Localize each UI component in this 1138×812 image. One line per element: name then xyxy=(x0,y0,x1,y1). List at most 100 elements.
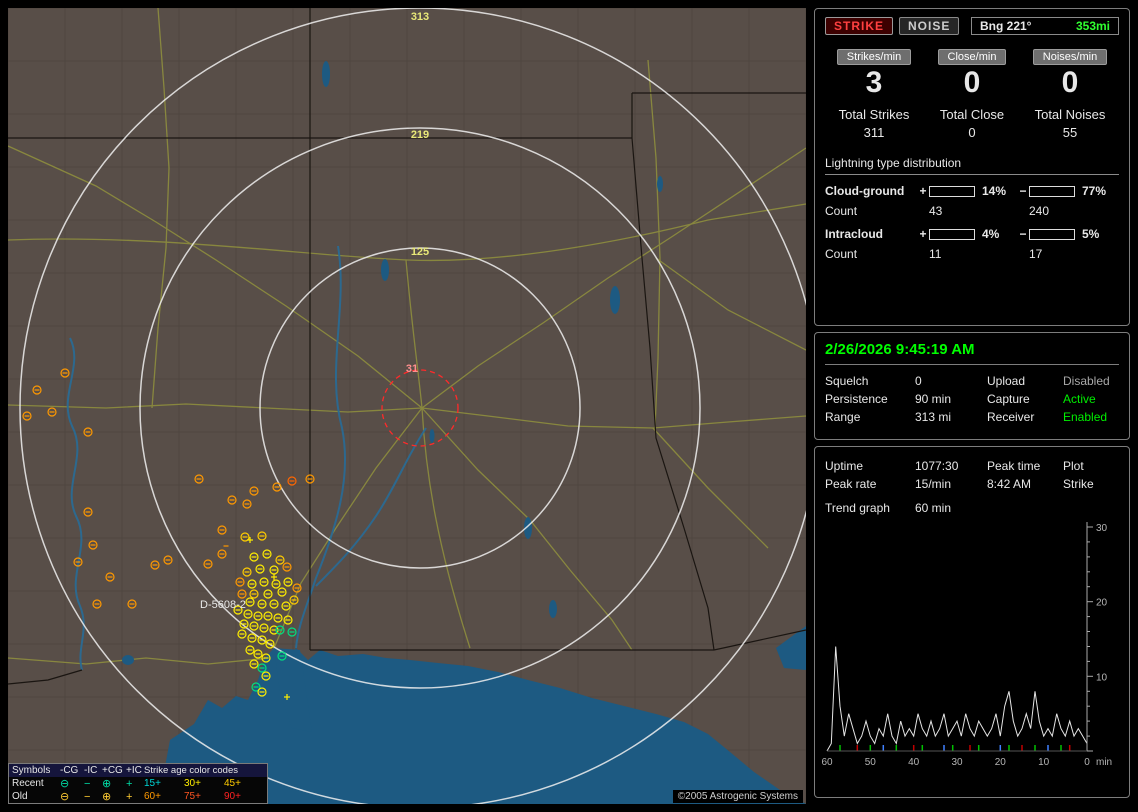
legend-row-label: Recent xyxy=(12,778,44,789)
cg-plus-icon: ⊕ xyxy=(102,790,112,803)
peak-rate-value: 15/min xyxy=(915,477,952,491)
svg-text:60: 60 xyxy=(821,757,833,768)
settings-row: Persistence 90 min Capture Active xyxy=(825,392,1119,406)
cloud-ground-row: Cloud-ground + 14% − 77% xyxy=(825,184,1119,198)
intracloud-label: Intracloud xyxy=(825,227,884,241)
svg-text:0: 0 xyxy=(1084,757,1090,768)
plus-sign: + xyxy=(919,227,927,241)
legend-col-ic-plus: +IC xyxy=(126,765,142,776)
legend-row-old: Old ⊖ − ⊕ + 60+ 75+ 90+ xyxy=(9,790,267,803)
ic-minus-icon: − xyxy=(84,790,91,803)
minus-sign: − xyxy=(1019,227,1027,241)
range-ring-label-219: 219 xyxy=(411,129,429,141)
cg-minus-count: 240 xyxy=(1029,204,1050,218)
ic-plus-pct: 4% xyxy=(982,227,1000,241)
total-close-value: 0 xyxy=(968,125,976,140)
plus-sign: + xyxy=(919,184,927,198)
ic-plus-icon: + xyxy=(126,790,133,803)
strike-lamp[interactable]: STRIKE xyxy=(825,17,894,35)
bearing-range: 353mi xyxy=(1075,19,1110,33)
legend-header: Symbols -CG -IC +CG +IC Strike age color… xyxy=(9,764,267,777)
noise-lamp[interactable]: NOISE xyxy=(899,17,960,35)
capture-status: Active xyxy=(1063,392,1096,406)
status-row: Uptime 1077:30 Peak time Plot xyxy=(825,459,1119,473)
cg-minus-icon: ⊖ xyxy=(60,790,70,803)
close-per-min-button[interactable]: Close/min xyxy=(937,49,1007,65)
peak-time-value: 8:42 AM xyxy=(987,477,1032,491)
svg-text:min: min xyxy=(1096,757,1112,768)
total-noises-value: 55 xyxy=(1062,125,1078,140)
age-code: 75+ xyxy=(184,791,201,802)
strikes-per-min-value: 3 xyxy=(865,66,883,99)
squelch-label: Squelch xyxy=(825,374,869,388)
cg-minus-bar xyxy=(1029,185,1075,197)
copyright: ©2005 Astrogenic Systems xyxy=(672,790,803,803)
bearing-value: Bng 221° xyxy=(980,19,1032,33)
strikes-per-min-button[interactable]: Strikes/min xyxy=(836,49,912,65)
age-code: 15+ xyxy=(144,778,161,789)
trend-window-value: 60 min xyxy=(915,501,952,515)
lightning-map[interactable]: 313 219 125 31 D-5608-2 Symbols -CG -IC … xyxy=(8,8,806,804)
map-canvas: 313 219 125 31 D-5608-2 xyxy=(8,8,806,804)
range-ring-label-31: 31 xyxy=(406,363,418,375)
upload-label: Upload xyxy=(987,374,1026,388)
persistence-value: 90 min xyxy=(915,392,952,406)
minus-sign: − xyxy=(1019,184,1027,198)
legend-col-cg-minus: -CG xyxy=(60,765,79,776)
age-code: 90+ xyxy=(224,791,241,802)
svg-text:20: 20 xyxy=(995,757,1007,768)
age-code: 45+ xyxy=(224,778,241,789)
uptime-label: Uptime xyxy=(825,459,864,473)
map-legend: Symbols -CG -IC +CG +IC Strike age color… xyxy=(8,763,268,804)
status-row: Peak rate 15/min 8:42 AM Strike xyxy=(825,477,1119,491)
distribution-title: Lightning type distribution xyxy=(825,156,1119,175)
close-per-min-value: 0 xyxy=(963,66,981,99)
legend-symbols-title: Symbols xyxy=(12,765,51,776)
ic-plus-count: 11 xyxy=(929,247,942,261)
peak-rate-label: Peak rate xyxy=(825,477,877,491)
legend-age-title: Strike age color codes xyxy=(144,765,238,776)
datetime-display: 2/26/2026 9:45:19 AM xyxy=(825,341,1119,365)
legend-row-label: Old xyxy=(12,791,28,802)
count-label: Count xyxy=(825,204,858,218)
upload-status: Disabled xyxy=(1063,374,1110,388)
total-close-label: Total Close xyxy=(939,107,1005,122)
cg-minus-icon: ⊖ xyxy=(60,777,70,790)
range-value: 313 mi xyxy=(915,410,952,424)
cg-plus-pct: 14% xyxy=(982,184,1007,198)
svg-text:10: 10 xyxy=(1038,757,1050,768)
settings-row: Range 313 mi Receiver Enabled xyxy=(825,410,1119,424)
ic-minus-pct: 5% xyxy=(1082,227,1100,241)
plot-label: Plot xyxy=(1063,459,1084,473)
range-ring-label-125: 125 xyxy=(411,246,429,258)
total-noises-label: Total Noises xyxy=(1034,107,1106,122)
ic-minus-count: 17 xyxy=(1029,247,1043,261)
svg-text:20: 20 xyxy=(1096,598,1108,609)
intracloud-count-row: Count 11 17 xyxy=(825,247,1119,261)
noises-per-min-button[interactable]: Noises/min xyxy=(1032,49,1108,65)
receiver-status: Enabled xyxy=(1063,410,1108,424)
ic-plus-bar xyxy=(929,228,975,240)
bearing-display: Bng 221° 353mi xyxy=(971,17,1119,35)
cloud-ground-label: Cloud-ground xyxy=(825,184,905,198)
legend-row-recent: Recent ⊖ − ⊕ + 15+ 30+ 45+ xyxy=(9,777,267,790)
total-strikes-label: Total Strikes xyxy=(838,107,910,122)
intracloud-row: Intracloud + 4% − 5% xyxy=(825,227,1119,241)
cg-plus-count: 43 xyxy=(929,204,943,218)
cg-plus-icon: ⊕ xyxy=(102,777,112,790)
range-label: Range xyxy=(825,410,861,424)
trend-graph-label: Trend graph xyxy=(825,501,890,515)
svg-text:40: 40 xyxy=(908,757,920,768)
squelch-value: 0 xyxy=(915,374,922,388)
receiver-label: Receiver xyxy=(987,410,1035,424)
age-code: 60+ xyxy=(144,791,161,802)
legend-col-cg-plus: +CG xyxy=(102,765,123,776)
count-label: Count xyxy=(825,247,858,261)
legend-col-ic-minus: -IC xyxy=(84,765,98,776)
range-ring-label-313: 313 xyxy=(411,11,429,23)
side-panel: STRIKE NOISE Bng 221° 353mi Strikes/min … xyxy=(814,8,1130,804)
noises-per-min-value: 0 xyxy=(1061,66,1079,99)
trend-box: Uptime 1077:30 Peak time Plot Peak rate … xyxy=(814,446,1130,798)
cg-plus-bar xyxy=(929,185,975,197)
peak-time-label: Peak time xyxy=(987,459,1041,473)
